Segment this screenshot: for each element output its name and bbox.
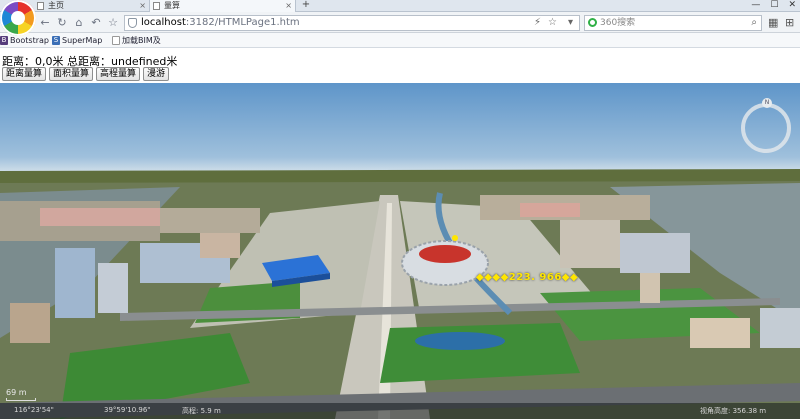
tower-left-3	[10, 303, 50, 343]
minimize-icon[interactable]: —	[751, 0, 760, 12]
undo-icon[interactable]: ↶	[89, 16, 103, 30]
compass-ring[interactable]	[741, 103, 791, 153]
measure-toolbar: 距离量算 面积量算 高程量算 漫游	[2, 67, 170, 81]
tower-right-1	[560, 218, 620, 268]
roam-button[interactable]: 漫游	[143, 67, 170, 81]
dropdown-icon[interactable]: ▾	[568, 16, 573, 30]
block-left-mid	[160, 208, 260, 233]
height-measure-button[interactable]: 高程量算	[96, 67, 141, 81]
tab-label: 主页	[48, 1, 64, 10]
tab-measure[interactable]: 量算 ×	[150, 0, 296, 12]
search-engine-icon	[588, 18, 597, 27]
roofs-left-row	[40, 208, 160, 226]
measure-point	[452, 235, 458, 241]
distance-measure-button[interactable]: 距离量算	[2, 67, 47, 81]
bookmark-label: SuperMap	[62, 36, 103, 45]
status-camera-height: 视角高度: 356.38 m	[700, 407, 767, 415]
tab-bar: 主页 × 量算 × + — ☐ ✕	[0, 0, 800, 12]
scale-label: 69 m	[6, 388, 27, 397]
address-host: localhost	[141, 17, 186, 28]
tower-left-1	[55, 248, 95, 318]
tower-left-2	[98, 263, 128, 313]
search-icon[interactable]: ⌕	[751, 16, 757, 30]
area-measure-button[interactable]: 面积量算	[49, 67, 94, 81]
close-icon[interactable]: ×	[285, 0, 292, 12]
scale-bar	[6, 398, 36, 401]
tab-label: 量算	[164, 1, 180, 10]
close-window-icon[interactable]: ✕	[788, 0, 796, 12]
home-icon[interactable]: ⌂	[72, 16, 86, 30]
search-input[interactable]: 360搜索 ⌕	[584, 15, 762, 31]
search-placeholder: 360搜索	[600, 18, 636, 28]
bookmark-bootstrap[interactable]: B Bootstrap	[0, 33, 49, 48]
security-shield-icon	[128, 18, 137, 28]
back-icon[interactable]: ←	[38, 16, 52, 30]
stadium-field	[419, 245, 471, 263]
close-icon[interactable]: ×	[139, 0, 146, 12]
tower-right-5	[640, 273, 660, 303]
refresh-icon[interactable]: ↻	[55, 16, 69, 30]
bookmark-label: 加载BIM及	[122, 36, 161, 45]
navigation-bar: ← ↻ ⌂ ↶ ☆ localhost:3182/HTMLPage1.htm ⚡…	[0, 12, 800, 33]
window-controls: — ☐ ✕	[751, 0, 796, 12]
new-tab-button[interactable]: +	[299, 0, 313, 11]
grid-menu-icon[interactable]: ▦	[768, 16, 778, 29]
bookmark-label: Bootstrap	[10, 36, 49, 45]
tab-home[interactable]: 主页 ×	[34, 0, 150, 12]
lightning-icon[interactable]: ⚡	[534, 16, 541, 30]
status-elevation: 高程: 5.9 m	[182, 407, 221, 415]
status-latitude: 39°59'10.96"	[104, 406, 151, 414]
browser-logo-icon[interactable]	[0, 0, 36, 36]
grass-lower-center	[380, 323, 580, 383]
star-outline-icon[interactable]: ☆	[106, 16, 120, 30]
bookmark-star-icon[interactable]: ☆	[548, 16, 557, 30]
page-icon	[37, 2, 44, 10]
city-scene	[0, 169, 800, 419]
supermap-icon: S	[52, 36, 60, 45]
bookmark-supermap[interactable]: S SuperMap	[52, 33, 102, 48]
measurement-label: ◆◆◆◆223. 966◆◆	[476, 272, 579, 283]
page-icon	[112, 36, 120, 45]
maximize-icon[interactable]: ☐	[770, 0, 778, 12]
bookmark-bim[interactable]: 加载BIM及	[112, 33, 161, 48]
bookmarks-bar: B Bootstrap S SuperMap 加载BIM及	[0, 33, 800, 48]
address-bar[interactable]: localhost:3182/HTMLPage1.htm ⚡ ☆ ▾	[124, 15, 580, 31]
roofs-right-row	[520, 203, 580, 217]
pond	[415, 332, 505, 350]
bootstrap-icon: B	[0, 36, 8, 45]
tower-right-3	[690, 318, 750, 348]
tower-right-4	[760, 308, 800, 348]
page-icon	[153, 2, 160, 10]
status-longitude: 116°23'54"	[14, 406, 54, 414]
apps-icon[interactable]: ⊞	[785, 16, 794, 29]
compass-north-icon[interactable]: N	[762, 98, 772, 108]
tower-right-2	[620, 233, 690, 273]
3d-viewport[interactable]: N ◆◆◆◆223. 966◆◆ 69 m 116°23'54" 39°59'1…	[0, 83, 800, 419]
address-path: :3182/HTMLPage1.htm	[185, 17, 300, 28]
